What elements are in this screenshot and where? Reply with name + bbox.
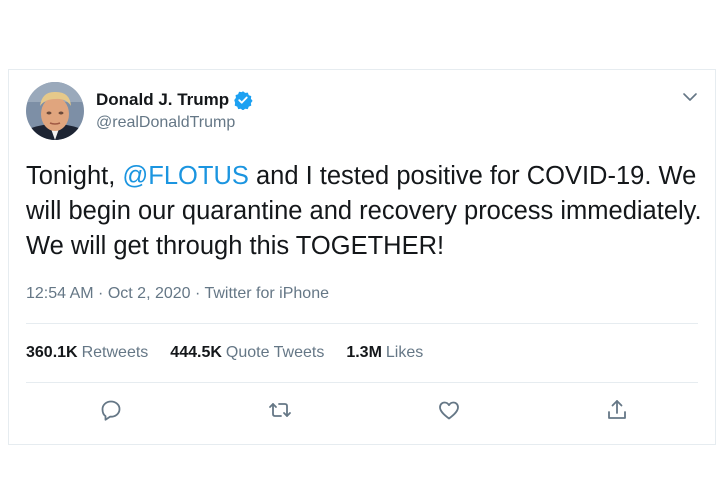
author-name[interactable]: Donald J. Trump — [96, 90, 229, 110]
tweet-card: Donald J. Trump @realDonaldTrump Tonight… — [8, 69, 716, 445]
tweet-date[interactable]: Oct 2, 2020 — [108, 285, 191, 302]
chevron-down-icon[interactable] — [681, 88, 699, 106]
author-handle[interactable]: @realDonaldTrump — [96, 114, 235, 132]
likes-label: Likes — [385, 344, 424, 361]
tweet-actions — [9, 398, 715, 428]
avatar[interactable] — [26, 82, 84, 140]
likes-stat[interactable]: 1.3M Likes — [346, 344, 423, 362]
tweet-meta: 12:54 AM · Oct 2, 2020 · Twitter for iPh… — [26, 285, 329, 303]
quote-tweets-count: 444.5K — [170, 344, 222, 361]
meta-separator: · — [190, 285, 205, 302]
retweets-count: 360.1K — [26, 344, 78, 361]
quote-tweets-label: Quote Tweets — [225, 344, 325, 361]
tweet-stats: 360.1K Retweets 444.5K Quote Tweets 1.3M Li… — [26, 344, 445, 362]
share-icon[interactable] — [605, 398, 629, 422]
heart-icon[interactable] — [437, 398, 461, 422]
tweet-text: Tonight, @FLOTUS and I tested positive f… — [26, 159, 706, 264]
retweets-label: Retweets — [81, 344, 149, 361]
reply-icon[interactable] — [99, 398, 123, 422]
mention-link[interactable]: @FLOTUS — [122, 162, 248, 190]
tweet-time[interactable]: 12:54 AM — [26, 285, 94, 302]
author-row: Donald J. Trump — [96, 90, 253, 110]
likes-count: 1.3M — [346, 344, 382, 361]
meta-separator: · — [93, 285, 108, 302]
quote-tweets-stat[interactable]: 444.5K Quote Tweets — [170, 344, 324, 362]
divider — [26, 382, 698, 383]
verified-badge-icon — [234, 91, 253, 110]
divider — [26, 323, 698, 324]
retweets-stat[interactable]: 360.1K Retweets — [26, 344, 148, 362]
tweet-source[interactable]: Twitter for iPhone — [204, 285, 329, 302]
retweet-icon[interactable] — [268, 398, 292, 422]
tweet-text-part: Tonight, — [26, 162, 123, 190]
